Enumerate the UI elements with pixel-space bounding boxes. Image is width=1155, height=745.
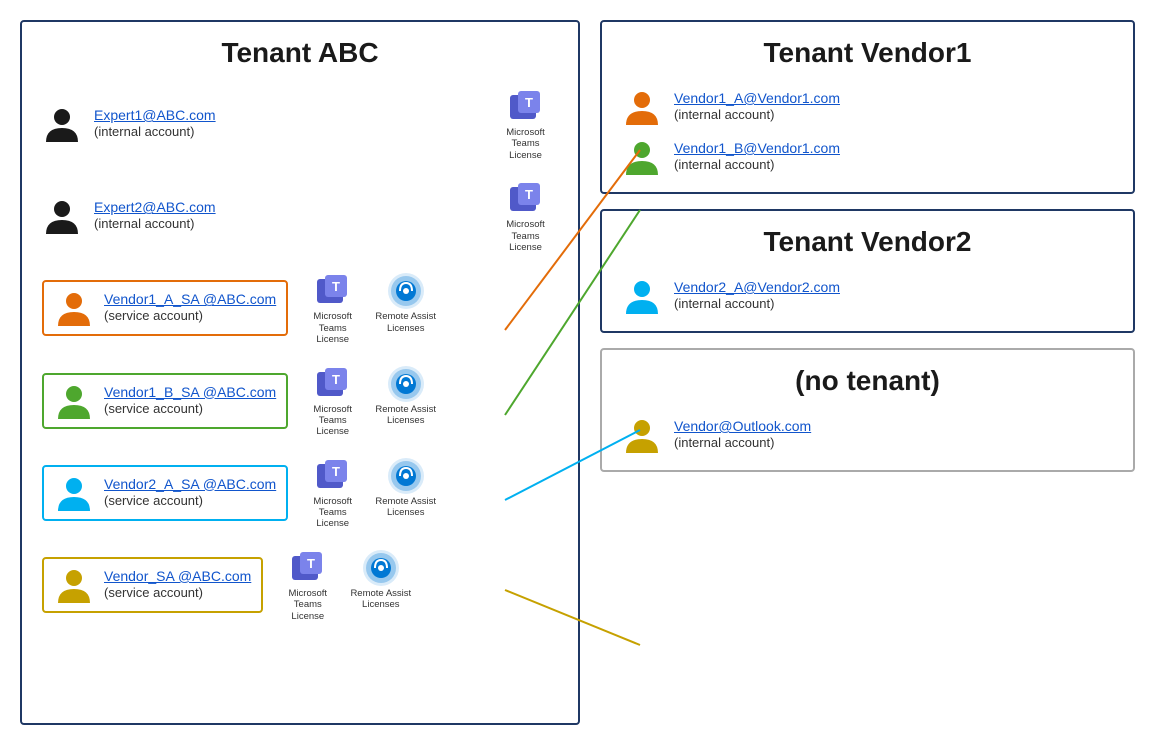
expert1-type: (internal account) bbox=[94, 124, 194, 139]
vendor-sa-ra-license: Remote AssistLicenses bbox=[348, 548, 413, 611]
vendor1-a-email[interactable]: Vendor1_A@Vendor1.com bbox=[674, 90, 1113, 106]
vendor1-b-info: Vendor1_B@Vendor1.com (internal account) bbox=[674, 140, 1113, 174]
vendor2-a-sa-ra-license: Remote AssistLicenses bbox=[373, 456, 438, 519]
vendor2-a-email[interactable]: Vendor2_A@Vendor2.com bbox=[674, 279, 1113, 295]
vendor1-a-sa-type: (service account) bbox=[104, 308, 203, 323]
vendor1-a-type: (internal account) bbox=[674, 107, 774, 122]
no-tenant-title: (no tenant) bbox=[622, 365, 1113, 397]
vendor2-a-info: Vendor2_A@Vendor2.com (internal account) bbox=[674, 279, 1113, 313]
vendor1-b-sa-teams-license: T Microsoft TeamsLicense bbox=[300, 364, 365, 438]
vendor-outlook-email[interactable]: Vendor@Outlook.com bbox=[674, 418, 1113, 434]
vendor-outlook-info: Vendor@Outlook.com (internal account) bbox=[674, 418, 1113, 452]
tenant-vendor1-panel: Tenant Vendor1 Vendor1_A@Vendor1.com (in… bbox=[600, 20, 1135, 194]
expert1-row: Expert1@ABC.com (internal account) T Mic… bbox=[42, 87, 558, 161]
vendor2-a-sa-info: Vendor2_A_SA @ABC.com (service account) bbox=[104, 476, 276, 510]
vendor1-b-row: Vendor1_B@Vendor1.com (internal account) bbox=[622, 137, 1113, 177]
vendor1-a-info: Vendor1_A@Vendor1.com (internal account) bbox=[674, 90, 1113, 124]
expert1-licenses: T Microsoft TeamsLicense bbox=[493, 87, 558, 161]
expert2-licenses: T Microsoft TeamsLicense bbox=[493, 179, 558, 253]
vendor-sa-email[interactable]: Vendor_SA @ABC.com bbox=[104, 568, 251, 584]
right-panels: Tenant Vendor1 Vendor1_A@Vendor1.com (in… bbox=[600, 20, 1135, 725]
vendor1-a-sa-avatar bbox=[54, 288, 94, 328]
vendor-outlook-avatar bbox=[622, 415, 662, 455]
vendor1-a-sa-info: Vendor1_A_SA @ABC.com (service account) bbox=[104, 291, 276, 325]
expert2-type: (internal account) bbox=[94, 216, 194, 231]
vendor1-b-sa-info: Vendor1_B_SA @ABC.com (service account) bbox=[104, 384, 276, 418]
expert2-email[interactable]: Expert2@ABC.com bbox=[94, 199, 481, 215]
vendor-sa-info: Vendor_SA @ABC.com (service account) bbox=[104, 568, 251, 602]
vendor2-a-sa-teams-license: T Microsoft TeamsLicense bbox=[300, 456, 365, 530]
vendor2-a-row: Vendor2_A@Vendor2.com (internal account) bbox=[622, 276, 1113, 316]
tenant-abc-panel: Tenant ABC Expert1@ABC.com (internal acc… bbox=[20, 20, 580, 725]
vendor-sa-row: Vendor_SA @ABC.com (service account) T M… bbox=[42, 548, 558, 622]
tenant-vendor2-title: Tenant Vendor2 bbox=[622, 226, 1113, 258]
vendor1-b-avatar bbox=[622, 137, 662, 177]
vendor1-b-sa-box: Vendor1_B_SA @ABC.com (service account) bbox=[42, 373, 288, 429]
vendor1-b-sa-type: (service account) bbox=[104, 401, 203, 416]
vendor1-b-sa-ra-license: Remote AssistLicenses bbox=[373, 364, 438, 427]
no-tenant-panel: (no tenant) Vendor@Outlook.com (internal… bbox=[600, 348, 1135, 472]
tenant-abc-title: Tenant ABC bbox=[42, 37, 558, 69]
main-container: Tenant ABC Expert1@ABC.com (internal acc… bbox=[0, 0, 1155, 745]
expert2-avatar bbox=[42, 196, 82, 236]
svg-text:T: T bbox=[525, 95, 533, 110]
vendor2-a-sa-row: Vendor2_A_SA @ABC.com (service account) … bbox=[42, 456, 558, 530]
expert2-row: Expert2@ABC.com (internal account) T Mic… bbox=[42, 179, 558, 253]
svg-text:T: T bbox=[525, 187, 533, 202]
svg-text:T: T bbox=[332, 372, 340, 387]
vendor1-a-sa-email[interactable]: Vendor1_A_SA @ABC.com bbox=[104, 291, 276, 307]
vendor-sa-box: Vendor_SA @ABC.com (service account) bbox=[42, 557, 263, 613]
vendor1-b-sa-avatar bbox=[54, 381, 94, 421]
vendor1-a-sa-box: Vendor1_A_SA @ABC.com (service account) bbox=[42, 280, 288, 336]
vendor-sa-licenses: T Microsoft TeamsLicense Remote AssistLi… bbox=[275, 548, 413, 622]
vendor1-a-sa-ra-license: Remote AssistLicenses bbox=[373, 271, 438, 334]
expert1-email[interactable]: Expert1@ABC.com bbox=[94, 107, 481, 123]
svg-text:T: T bbox=[332, 464, 340, 479]
vendor1-b-sa-licenses: T Microsoft TeamsLicense Remote AssistLi… bbox=[300, 364, 438, 438]
vendor2-a-sa-email[interactable]: Vendor2_A_SA @ABC.com bbox=[104, 476, 276, 492]
vendor1-a-sa-teams-license: T Microsoft TeamsLicense bbox=[300, 271, 365, 345]
svg-text:T: T bbox=[332, 279, 340, 294]
tenant-vendor1-title: Tenant Vendor1 bbox=[622, 37, 1113, 69]
expert2-teams-license: T Microsoft TeamsLicense bbox=[493, 179, 558, 253]
vendor1-a-avatar bbox=[622, 87, 662, 127]
vendor-sa-teams-license: T Microsoft TeamsLicense bbox=[275, 548, 340, 622]
vendor1-b-sa-row: Vendor1_B_SA @ABC.com (service account) … bbox=[42, 364, 558, 438]
vendor2-a-avatar bbox=[622, 276, 662, 316]
vendor1-b-sa-email[interactable]: Vendor1_B_SA @ABC.com bbox=[104, 384, 276, 400]
vendor2-a-sa-licenses: T Microsoft TeamsLicense Remote AssistLi… bbox=[300, 456, 438, 530]
tenant-vendor2-panel: Tenant Vendor2 Vendor2_A@Vendor2.com (in… bbox=[600, 209, 1135, 333]
vendor2-a-sa-type: (service account) bbox=[104, 493, 203, 508]
vendor-outlook-type: (internal account) bbox=[674, 435, 774, 450]
expert2-info: Expert2@ABC.com (internal account) bbox=[94, 199, 481, 233]
vendor-sa-type: (service account) bbox=[104, 585, 203, 600]
vendor2-a-sa-box: Vendor2_A_SA @ABC.com (service account) bbox=[42, 465, 288, 521]
expert1-avatar bbox=[42, 104, 82, 144]
expert1-info: Expert1@ABC.com (internal account) bbox=[94, 107, 481, 141]
vendor1-a-sa-row: Vendor1_A_SA @ABC.com (service account) … bbox=[42, 271, 558, 345]
vendor1-a-sa-licenses: T Microsoft TeamsLicense Remote AssistLi… bbox=[300, 271, 438, 345]
vendor2-a-type: (internal account) bbox=[674, 296, 774, 311]
vendor-sa-avatar bbox=[54, 565, 94, 605]
svg-text:T: T bbox=[307, 556, 315, 571]
vendor2-a-sa-avatar bbox=[54, 473, 94, 513]
vendor1-b-email[interactable]: Vendor1_B@Vendor1.com bbox=[674, 140, 1113, 156]
vendor1-b-type: (internal account) bbox=[674, 157, 774, 172]
vendor-outlook-row: Vendor@Outlook.com (internal account) bbox=[622, 415, 1113, 455]
vendor1-a-row: Vendor1_A@Vendor1.com (internal account) bbox=[622, 87, 1113, 127]
expert1-teams-license: T Microsoft TeamsLicense bbox=[493, 87, 558, 161]
